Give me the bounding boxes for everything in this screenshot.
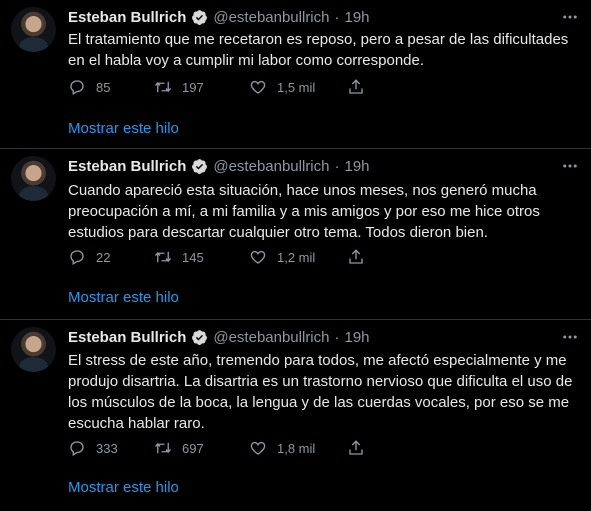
tweet-actions: 333 697 1,8 mil	[68, 438, 571, 458]
reply-icon	[70, 441, 84, 456]
more-options-icon[interactable]	[559, 328, 581, 346]
reply-icon	[70, 80, 84, 95]
share-button[interactable]	[347, 439, 375, 457]
tweet-text: El stress de este año, tremendo para tod…	[68, 352, 573, 432]
author-name[interactable]: Esteban Bullrich	[68, 158, 186, 175]
tweet-header: Esteban Bullrich @estebanbullrich · 19h	[68, 7, 551, 27]
separator: ·	[334, 157, 340, 175]
reply-button[interactable]: 22	[68, 248, 154, 266]
retweet-button[interactable]: 145	[154, 248, 249, 266]
heart-icon	[250, 441, 266, 455]
more-options-icon[interactable]	[559, 157, 581, 175]
tweet-actions: 22 145 1,2 mil	[68, 247, 571, 267]
avatar[interactable]	[11, 327, 56, 372]
share-icon	[349, 79, 363, 94]
avatar[interactable]	[11, 156, 56, 201]
like-button[interactable]: 1,8 mil	[249, 439, 347, 457]
author-handle[interactable]: @estebanbullrich	[213, 329, 329, 346]
share-icon	[349, 249, 363, 264]
tweet-feed: Esteban Bullrich @estebanbullrich · 19h …	[0, 0, 591, 511]
reply-icon	[70, 250, 84, 265]
reply-count: 85	[96, 79, 111, 95]
heart-icon	[250, 250, 266, 264]
like-count: 1,5 mil	[277, 79, 316, 95]
share-button[interactable]	[347, 78, 375, 96]
retweet-button[interactable]: 697	[154, 439, 249, 457]
like-button[interactable]: 1,2 mil	[249, 248, 347, 266]
separator: ·	[334, 8, 340, 26]
verified-badge-icon	[191, 329, 208, 346]
tweet[interactable]: Esteban Bullrich @estebanbullrich · 19h …	[0, 149, 591, 320]
author-name[interactable]: Esteban Bullrich	[68, 9, 186, 26]
tweet[interactable]: Esteban Bullrich @estebanbullrich · 19h …	[0, 0, 591, 149]
share-icon	[349, 440, 363, 455]
avatar[interactable]	[11, 7, 56, 52]
verified-badge-icon	[191, 9, 208, 26]
verified-badge-icon	[191, 158, 208, 175]
tweet-header: Esteban Bullrich @estebanbullrich · 19h	[68, 327, 551, 347]
show-thread-link[interactable]: Mostrar este hilo	[68, 289, 179, 306]
author-name[interactable]: Esteban Bullrich	[68, 329, 186, 346]
reply-button[interactable]: 85	[68, 78, 154, 96]
retweet-count: 697	[182, 440, 204, 456]
separator: ·	[334, 328, 340, 346]
tweet[interactable]: Esteban Bullrich @estebanbullrich · 19h …	[0, 320, 591, 511]
timestamp[interactable]: 19h	[345, 158, 370, 175]
tweet-text: Cuando apareció esta situación, hace uno…	[68, 182, 540, 241]
retweet-button[interactable]: 197	[154, 78, 249, 96]
show-thread-link[interactable]: Mostrar este hilo	[68, 479, 179, 496]
more-options-icon[interactable]	[559, 8, 581, 26]
retweet-icon	[154, 442, 172, 454]
reply-button[interactable]: 333	[68, 439, 154, 457]
heart-icon	[250, 80, 266, 94]
tweet-header: Esteban Bullrich @estebanbullrich · 19h	[68, 156, 551, 176]
tweet-text: El tratamiento que me recetaron es repos…	[68, 31, 569, 69]
retweet-count: 145	[182, 249, 204, 265]
like-count: 1,8 mil	[277, 440, 316, 456]
retweet-icon	[154, 81, 172, 93]
reply-count: 22	[96, 249, 111, 265]
author-handle[interactable]: @estebanbullrich	[213, 158, 329, 175]
share-button[interactable]	[347, 248, 375, 266]
retweet-icon	[154, 251, 172, 263]
timestamp[interactable]: 19h	[345, 9, 370, 26]
retweet-count: 197	[182, 79, 204, 95]
tweet-actions: 85 197 1,5 mil	[68, 77, 571, 97]
like-button[interactable]: 1,5 mil	[249, 78, 347, 96]
show-thread-link[interactable]: Mostrar este hilo	[68, 120, 179, 137]
reply-count: 333	[96, 440, 118, 456]
author-handle[interactable]: @estebanbullrich	[213, 9, 329, 26]
like-count: 1,2 mil	[277, 249, 316, 265]
timestamp[interactable]: 19h	[345, 329, 370, 346]
